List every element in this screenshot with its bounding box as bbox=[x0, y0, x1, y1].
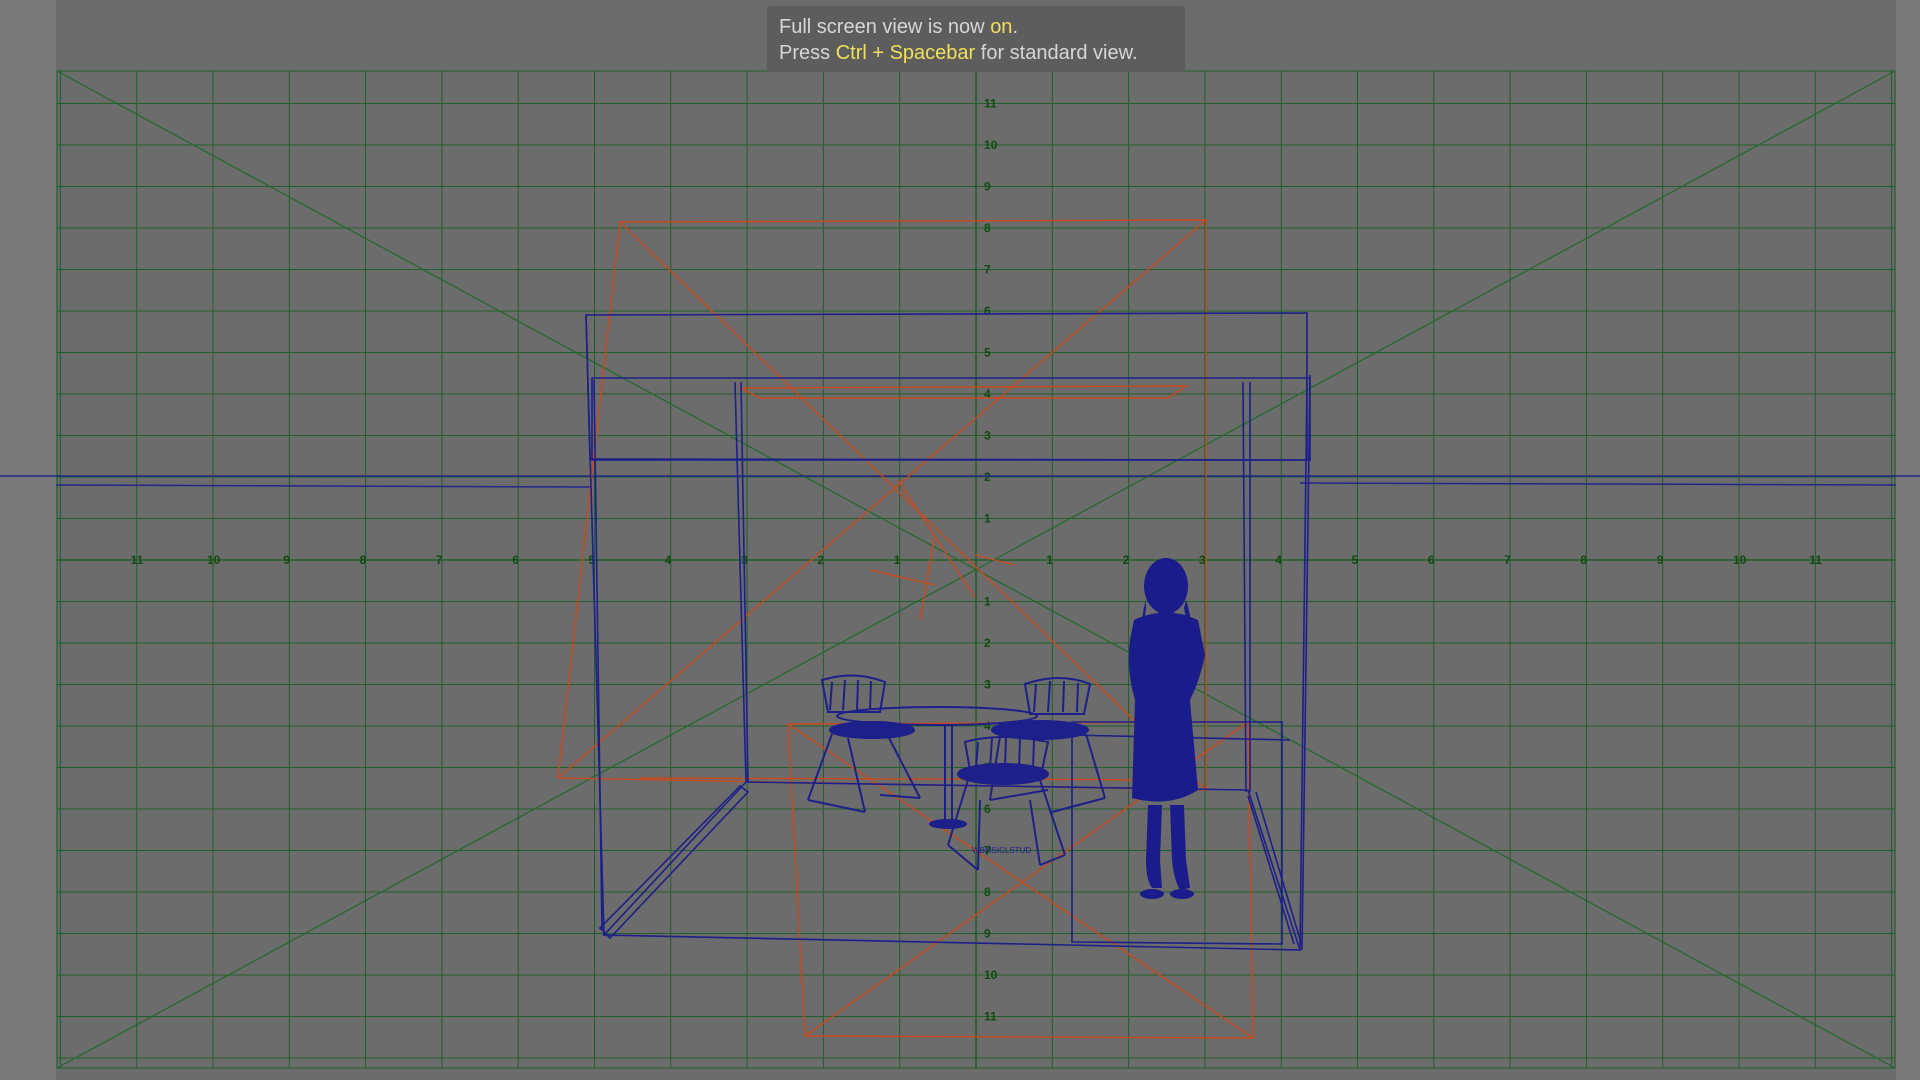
grid-tick-label-x: 2 bbox=[1123, 553, 1130, 567]
grid-tick-label-x: 11 bbox=[131, 553, 144, 567]
grid-tick-label-x: 8 bbox=[1580, 553, 1587, 567]
grid-tick-label-y: 7 bbox=[984, 263, 991, 277]
grid-tick-label-x: 6 bbox=[512, 553, 519, 567]
grid-tick-label-y: 11 bbox=[984, 97, 997, 111]
grid-tick-label-x: 6 bbox=[1428, 553, 1435, 567]
notice-text: Press bbox=[779, 42, 836, 64]
grid-tick-label-x: 5 bbox=[1352, 553, 1359, 567]
grid-tick-label-y: 6 bbox=[984, 304, 991, 318]
grid-tick-label-y: 10 bbox=[984, 968, 998, 982]
grid-tick-label-x: 3 bbox=[1199, 553, 1206, 567]
viewport[interactable]: 11 10 9 8 7 6 5 4 3 2 1 1 2 3 4 5 6 7 8 9 10 11 11 10 9 8 7 6 5 4 3 2 1 1… bbox=[0, 0, 1920, 1080]
grid-tick-label-y: 3 bbox=[984, 678, 991, 692]
fullscreen-notice-line2: Press Ctrl + Spacebar for standard view. bbox=[779, 40, 1173, 66]
notice-punct: . bbox=[1012, 16, 1018, 38]
notice-text: for standard view. bbox=[975, 42, 1138, 64]
grid-tick-label-x: 7 bbox=[436, 553, 443, 567]
grid-tick-label-y: 5 bbox=[984, 346, 991, 360]
fullscreen-notice: Full screen view is now on. Press Ctrl +… bbox=[767, 6, 1185, 72]
grid-tick-label-x: 4 bbox=[1275, 553, 1282, 567]
grid-tick-label-y: 9 bbox=[984, 180, 991, 194]
grid-tick-label-x: 4 bbox=[665, 553, 672, 567]
grid-tick-label-y: 2 bbox=[984, 636, 991, 650]
grid-tick-label-y: 4 bbox=[984, 387, 991, 401]
grid-tick-label-x: 10 bbox=[1733, 553, 1747, 567]
notice-text: Full screen view is now bbox=[779, 16, 991, 38]
fullscreen-notice-line1: Full screen view is now on. bbox=[779, 14, 1173, 40]
grid-tick-label-y: 8 bbox=[984, 885, 991, 899]
grid-tick-label-x: 9 bbox=[283, 553, 290, 567]
grid-tick-label-y: 4 bbox=[984, 719, 991, 733]
grid-tick-label-x: 1 bbox=[894, 553, 901, 567]
grid-tick-label-y: 9 bbox=[984, 927, 991, 941]
grid-tick-label-y: 8 bbox=[984, 221, 991, 235]
chair-label: WBMSICLSTUD bbox=[972, 846, 1031, 855]
grid-tick-label-y: 2 bbox=[984, 470, 991, 484]
grid-tick-label-y: 11 bbox=[984, 1010, 997, 1024]
grid-tick-label-x: 1 bbox=[1046, 553, 1053, 567]
grid-tick-label-x: 7 bbox=[1504, 553, 1511, 567]
notice-shortcut: Ctrl + Spacebar bbox=[835, 42, 976, 64]
grid-tick-label-y: 1 bbox=[984, 595, 991, 609]
grid-tick-label-x: 9 bbox=[1657, 553, 1664, 567]
grid-tick-label-x: 8 bbox=[360, 553, 367, 567]
grid-tick-label-y: 3 bbox=[984, 429, 991, 443]
grid-tick-label-y: 6 bbox=[984, 802, 991, 816]
grid-tick-label-x: 10 bbox=[207, 553, 221, 567]
scene-canvas[interactable]: 11 10 9 8 7 6 5 4 3 2 1 1 2 3 4 5 6 7 8 9 10 1111109876543211… bbox=[0, 0, 1920, 1080]
grid-tick-label-y: 1 bbox=[984, 512, 991, 526]
grid-tick-label-x: 11 bbox=[1809, 553, 1822, 567]
grid-tick-label-x: 2 bbox=[817, 553, 824, 567]
grid-tick-label-x: 5 bbox=[589, 553, 596, 567]
notice-state: on bbox=[990, 16, 1013, 38]
grid-tick-label-y: 10 bbox=[984, 138, 998, 152]
